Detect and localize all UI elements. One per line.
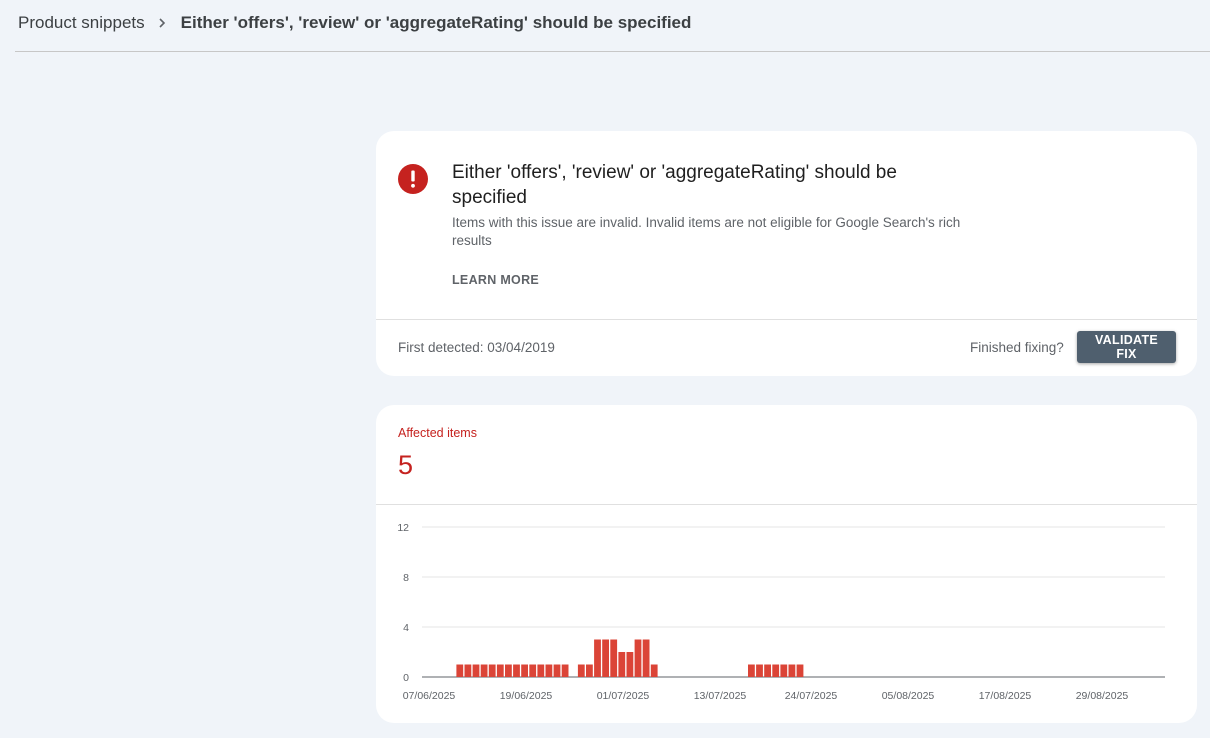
x-tick-label: 24/07/2025: [785, 690, 838, 702]
chart-bar: [780, 664, 788, 677]
breadcrumb-current: Either 'offers', 'review' or 'aggregateR…: [180, 13, 692, 32]
chart-bar: [496, 664, 504, 677]
chart-bar: [642, 639, 650, 677]
chart-bar: [472, 664, 480, 677]
chart-bar: [488, 664, 496, 677]
issue-card: Either 'offers', 'review' or 'aggregateR…: [376, 131, 1197, 376]
chart-bar: [748, 664, 755, 677]
x-tick-label: 05/08/2025: [882, 690, 935, 702]
learn-more-link[interactable]: LEARN MORE: [452, 273, 539, 287]
issue-title: Either 'offers', 'review' or 'aggregateR…: [452, 162, 897, 208]
chart-bar: [561, 664, 569, 677]
chart-bar: [634, 639, 642, 677]
chart-bar: [456, 664, 464, 677]
affected-items-chart: 0 4 8 12 07/06/2025 19/06/2025 01/07/2025 13/07…: [397, 522, 1165, 702]
first-detected-text: First detected: 03/04/2019: [398, 340, 555, 355]
chart-bar: [480, 664, 488, 677]
chart-bar: [521, 664, 528, 677]
issue-card-divider: [376, 319, 1197, 320]
affected-items-card: Affected items 5 0 4 8 12 07/06/2025 19/06/20…: [376, 405, 1197, 723]
x-tick-label: 29/08/2025: [1076, 690, 1129, 702]
affected-items-count: 5: [398, 450, 414, 480]
x-tick-label: 13/07/2025: [694, 690, 747, 702]
chart-bar: [505, 664, 512, 677]
chart-bar: [586, 664, 593, 677]
chart-bar: [796, 664, 804, 677]
chart-bar: [788, 664, 796, 677]
top-bar: Product snippets Either 'offers', 'revie…: [0, 0, 1210, 46]
chart-bar: [594, 639, 601, 677]
breadcrumb-root[interactable]: Product snippets: [18, 13, 145, 33]
chart-bar: [618, 652, 626, 677]
validate-fix-button[interactable]: VALIDATE FIX: [1077, 331, 1176, 363]
chart-bar: [650, 664, 658, 677]
chart-bar: [513, 664, 520, 677]
y-tick-label: 12: [397, 522, 409, 534]
chart-bar: [537, 664, 545, 677]
chart-bar: [756, 664, 763, 677]
y-tick-label: 4: [403, 622, 409, 634]
chart-bar: [772, 664, 780, 677]
x-tick-label: 07/06/2025: [403, 690, 456, 702]
affected-items-label: Affected items: [398, 426, 477, 440]
chart-bar: [764, 664, 771, 677]
chart-bar: [545, 664, 553, 677]
chart-bar: [577, 664, 585, 677]
chart-bar: [610, 639, 618, 677]
y-tick-label: 0: [403, 672, 409, 684]
header-divider: [15, 51, 1210, 52]
chart-bar: [464, 664, 472, 677]
chevron-right-icon: [157, 18, 167, 28]
chart-bar: [626, 652, 634, 677]
error-icon: [398, 164, 428, 194]
chart-bar: [553, 664, 561, 677]
chart-bar: [602, 639, 609, 677]
x-tick-label: 01/07/2025: [597, 690, 650, 702]
chart-bar: [529, 664, 537, 677]
finished-fixing-label: Finished fixing?: [970, 340, 1064, 355]
x-tick-label: 17/08/2025: [979, 690, 1032, 702]
x-tick-label: 19/06/2025: [500, 690, 553, 702]
y-tick-label: 8: [403, 572, 409, 584]
issue-description: Items with this issue are invalid. Inval…: [452, 215, 961, 248]
